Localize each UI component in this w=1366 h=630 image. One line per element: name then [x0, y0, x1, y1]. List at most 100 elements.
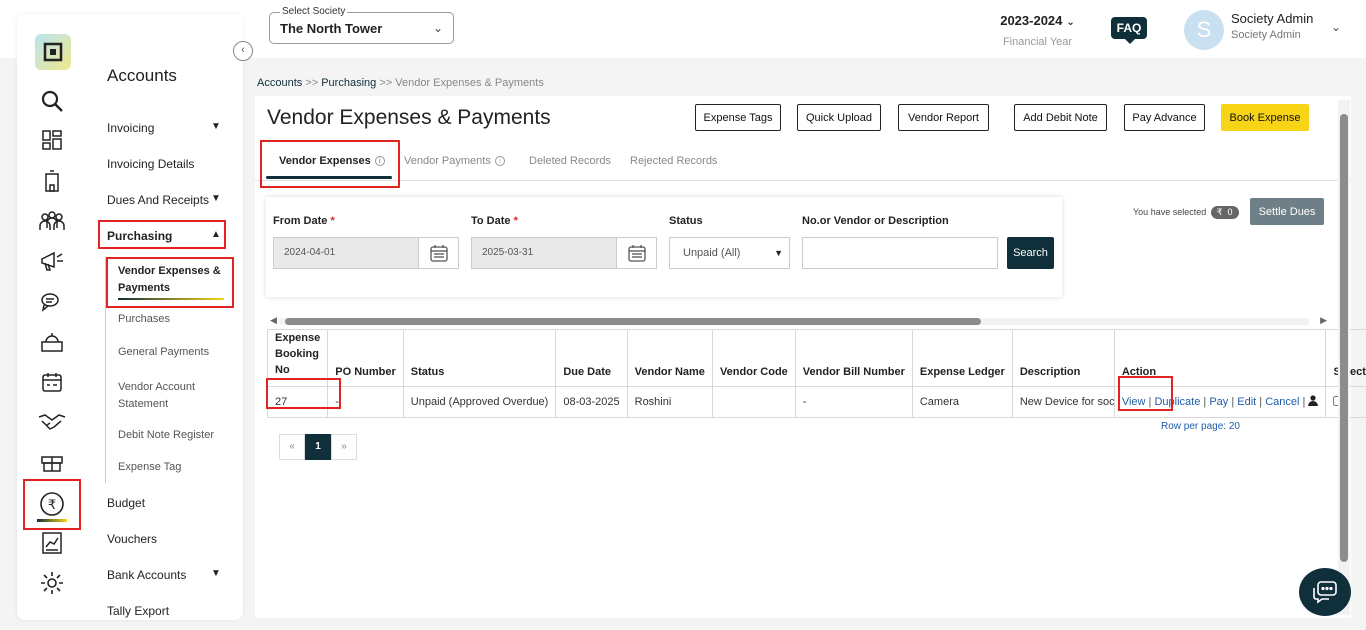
- scroll-thumb[interactable]: [1340, 114, 1348, 562]
- breadcrumb-purchasing[interactable]: Purchasing: [321, 77, 376, 89]
- sidebar-item-label: Bank Accounts: [107, 568, 187, 582]
- filter-panel: From Date * 2024-04-01 To Date * 2025-03…: [266, 197, 1062, 297]
- megaphone-icon[interactable]: [37, 246, 67, 276]
- vendor-expenses-table: Expense Booking No PO Number Status Due …: [266, 329, 1366, 418]
- sidebar-item-label: Vouchers: [107, 532, 158, 546]
- members-icon[interactable]: [37, 206, 67, 236]
- cell-vendor-name: Roshini: [626, 386, 713, 418]
- table-row: 27 - Unpaid (Approved Overdue) 08-03-202…: [266, 386, 1366, 418]
- gift-icon[interactable]: [37, 448, 67, 478]
- edit-link[interactable]: Edit: [1237, 396, 1256, 408]
- sidebar-item-label: Budget: [107, 496, 146, 510]
- sidebar-subitem-general-payments[interactable]: General Payments: [118, 346, 209, 358]
- breadcrumb: Accounts >> Purchasing >> Vendor Expense…: [257, 77, 544, 89]
- user-name[interactable]: Society Admin: [1231, 11, 1313, 26]
- sidebar-item-label: Tally Export: [107, 604, 170, 618]
- chevron-down-icon[interactable]: ⌄: [1331, 20, 1341, 34]
- from-date-calendar-button[interactable]: [418, 237, 459, 269]
- cell-vendor-code: [711, 386, 796, 418]
- expense-tags-button[interactable]: Expense Tags: [695, 104, 781, 131]
- pay-advance-button[interactable]: Pay Advance: [1124, 104, 1205, 131]
- tab-deleted-records[interactable]: Deleted Records: [529, 155, 611, 167]
- sidebar-item-tally-export[interactable]: Tally Export: [107, 604, 169, 618]
- helpdesk-icon[interactable]: [37, 327, 67, 357]
- society-select-value: The North Tower: [280, 21, 383, 36]
- search-button[interactable]: Search: [1007, 237, 1054, 269]
- horizontal-scrollbar[interactable]: ◀ ▶: [267, 315, 1327, 326]
- sidebar-item-vouchers[interactable]: Vouchers: [107, 532, 157, 546]
- scroll-right-icon[interactable]: ▶: [1320, 315, 1327, 326]
- sidebar-icon-rail: ₹: [17, 14, 89, 620]
- status-select[interactable]: Unpaid (All) ▼: [669, 237, 790, 269]
- to-date-input[interactable]: 2025-03-31: [471, 237, 617, 269]
- sidebar-subitem-expense-tag[interactable]: Expense Tag: [118, 461, 181, 473]
- society-select[interactable]: Select Society The North Tower ⌄: [269, 6, 454, 44]
- pay-link[interactable]: Pay: [1209, 396, 1228, 408]
- status-label: Status: [669, 215, 703, 227]
- sidebar-item-invoicing-details[interactable]: Invoicing Details: [107, 157, 194, 171]
- sidebar-subitem-purchases[interactable]: Purchases: [118, 313, 170, 325]
- sidebar-collapse-button[interactable]: ‹: [233, 41, 253, 61]
- breadcrumb-current: Vendor Expenses & Payments: [395, 77, 544, 89]
- cell-due-date: 08-03-2025: [555, 386, 628, 418]
- chat-icon[interactable]: [37, 287, 67, 317]
- tab-rejected-records[interactable]: Rejected Records: [630, 155, 717, 167]
- highlight-box: [106, 257, 234, 308]
- search-icon[interactable]: [37, 86, 67, 116]
- pagination-page-1[interactable]: 1: [305, 434, 331, 460]
- sidebar-item-invoicing[interactable]: Invoicing ▼: [107, 121, 221, 135]
- breadcrumb-accounts[interactable]: Accounts: [257, 77, 302, 89]
- app-logo[interactable]: [35, 34, 71, 70]
- pagination-prev[interactable]: «: [279, 434, 305, 460]
- handshake-icon[interactable]: [37, 407, 67, 437]
- col-header: Vendor Bill Number: [794, 329, 913, 387]
- book-expense-button[interactable]: Book Expense: [1221, 104, 1309, 131]
- search-field-label: No.or Vendor or Description: [802, 215, 949, 227]
- selection-count-badge: ₹ 0: [1210, 206, 1239, 219]
- highlight-box: [98, 220, 226, 249]
- quick-upload-button[interactable]: Quick Upload: [797, 104, 881, 131]
- tab-vendor-payments[interactable]: Vendor Payments i: [404, 155, 505, 167]
- sidebar-subitem-vendor-account-statement[interactable]: Vendor Account Statement: [118, 379, 218, 413]
- breadcrumb-separator: >>: [302, 77, 322, 89]
- sidebar-item-label: Dues And Receipts: [107, 193, 210, 207]
- scroll-left-icon[interactable]: ◀: [270, 315, 277, 326]
- sidebar-section-title: Accounts: [107, 66, 177, 85]
- building-icon[interactable]: [37, 166, 67, 196]
- highlight-box: [23, 479, 81, 530]
- gear-icon[interactable]: [37, 568, 67, 598]
- to-date-label: To Date *: [471, 215, 518, 227]
- chat-support-button[interactable]: [1299, 568, 1351, 616]
- financial-year-selector[interactable]: 2023-2024 ⌄ Financial Year: [990, 13, 1085, 48]
- avatar[interactable]: S: [1184, 10, 1224, 50]
- to-date-calendar-button[interactable]: [616, 237, 657, 269]
- chart-icon[interactable]: [37, 528, 67, 558]
- rows-per-page-selector[interactable]: Row per page: 20: [1161, 421, 1240, 432]
- calendar-icon[interactable]: [37, 367, 67, 397]
- user-icon[interactable]: [1308, 395, 1319, 409]
- sidebar-item-bank-accounts[interactable]: Bank Accounts ▼: [107, 568, 221, 582]
- highlight-box: [266, 378, 341, 409]
- scroll-thumb[interactable]: [285, 318, 981, 325]
- search-input[interactable]: [802, 237, 998, 269]
- faq-button[interactable]: FAQ: [1111, 17, 1147, 44]
- info-icon: i: [494, 156, 505, 167]
- main-content: Vendor Expenses & Payments Expense Tags …: [255, 96, 1366, 618]
- chevron-down-icon: ▼: [211, 193, 221, 204]
- add-debit-note-button[interactable]: Add Debit Note: [1014, 104, 1107, 131]
- cancel-link[interactable]: Cancel: [1265, 396, 1299, 408]
- vendor-report-button[interactable]: Vendor Report: [898, 104, 989, 131]
- chat-icon: [1313, 581, 1337, 604]
- sidebar-item-budget[interactable]: Budget: [107, 496, 145, 510]
- sidebar-subitem-debit-note-register[interactable]: Debit Note Register: [118, 429, 214, 441]
- pagination-next[interactable]: »: [331, 434, 357, 460]
- sidebar-item-dues-and-receipts[interactable]: Dues And Receipts ▼: [107, 193, 221, 207]
- from-date-input[interactable]: 2024-04-01: [273, 237, 419, 269]
- dashboard-icon[interactable]: [37, 125, 67, 155]
- col-header: Vendor Name: [626, 329, 713, 387]
- chevron-down-icon: ▼: [211, 568, 221, 579]
- settle-dues-button[interactable]: Settle Dues: [1250, 198, 1324, 225]
- chevron-down-icon: ▼: [211, 121, 221, 132]
- user-role: Society Admin: [1231, 29, 1301, 41]
- vertical-scrollbar[interactable]: [1338, 100, 1350, 615]
